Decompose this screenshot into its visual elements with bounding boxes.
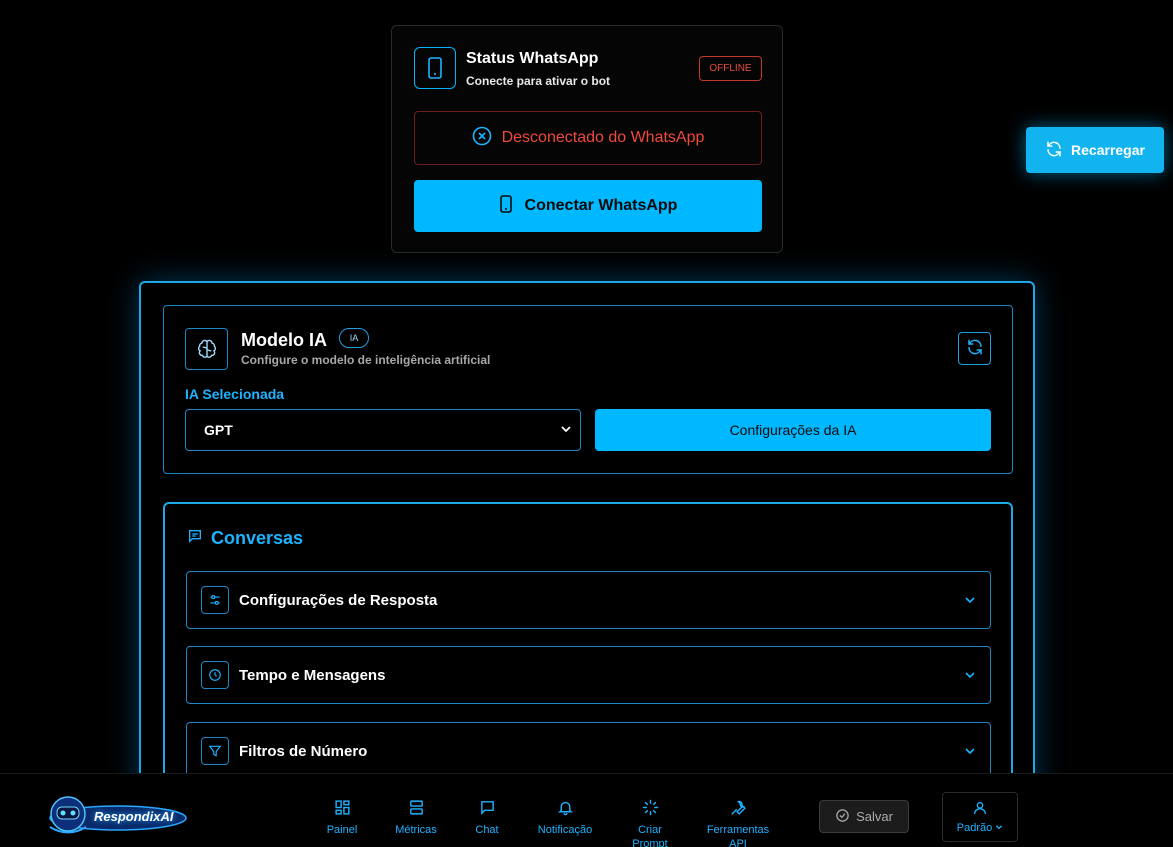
disconnected-text: Desconectado do WhatsApp — [501, 129, 705, 146]
save-button[interactable]: Salvar — [819, 800, 909, 833]
nav-label: Ferramentas API — [706, 824, 770, 847]
logo-text: RespondixAI — [94, 809, 174, 824]
whatsapp-status-subtitle: Conecte para ativar o bot — [466, 74, 611, 88]
nav-item-ferramentas-api[interactable]: Ferramentas API — [700, 799, 776, 847]
profile-button[interactable]: Padrão — [942, 792, 1018, 842]
x-circle-icon — [472, 126, 492, 151]
model-ia-card: Modelo IA IA Configure o modelo de intel… — [163, 305, 1013, 474]
logo: RespondixAI — [38, 792, 188, 840]
whatsapp-status-title: Status WhatsApp — [466, 50, 599, 67]
ia-select-value: GPT — [204, 422, 233, 438]
accordion-label: Filtros de Número — [239, 742, 368, 760]
refresh-icon — [966, 338, 984, 359]
nav-item-notificacao[interactable]: Notificação — [532, 799, 598, 837]
connect-whatsapp-button[interactable]: Conectar WhatsApp — [414, 180, 762, 232]
accordion-response-settings[interactable]: Configurações de Resposta — [186, 571, 991, 629]
reload-label: Recarregar — [1071, 142, 1145, 158]
wrench-icon — [730, 799, 747, 823]
nav-label: Métricas — [395, 824, 437, 836]
chevron-down-icon — [995, 822, 1003, 834]
ia-select-label: IA Selecionada — [185, 386, 285, 402]
brain-icon — [185, 328, 228, 370]
nav-label: Criar Prompt — [632, 824, 668, 847]
whatsapp-status-card: Status WhatsApp Conecte para ativar o bo… — [391, 25, 783, 253]
chevron-down-icon — [964, 669, 976, 681]
accordion-label: Tempo e Mensagens — [239, 666, 386, 684]
loader-icon — [642, 799, 659, 823]
grid-icon — [334, 799, 351, 823]
ia-config-button[interactable]: Configurações da IA — [595, 409, 991, 451]
nav-label: Chat — [475, 824, 499, 836]
layout-icon — [408, 799, 425, 823]
model-ia-subtitle: Configure o modelo de inteligência artif… — [241, 353, 491, 367]
nav-label: Notificação — [537, 824, 593, 836]
ia-model-select[interactable]: GPT — [185, 409, 581, 451]
clock-icon — [201, 661, 229, 689]
reload-button[interactable]: Recarregar — [1026, 127, 1164, 173]
check-circle-icon — [835, 808, 850, 826]
filter-icon — [201, 737, 229, 765]
bottom-navigation: RespondixAI Painel Métricas Chat Notific… — [0, 773, 1173, 847]
chevron-down-icon — [964, 745, 976, 757]
chevron-down-icon — [560, 422, 572, 438]
model-refresh-button[interactable] — [958, 332, 991, 365]
nav-item-painel[interactable]: Painel — [322, 799, 362, 837]
save-label: Salvar — [856, 809, 893, 824]
status-badge: OFFLINE — [699, 56, 762, 81]
accordion-time-messages[interactable]: Tempo e Mensagens — [186, 646, 991, 704]
refresh-icon — [1045, 140, 1063, 161]
ia-badge: IA — [339, 328, 369, 348]
profile-label: Padrão — [956, 822, 993, 834]
chevron-down-icon — [964, 594, 976, 606]
nav-item-criar-prompt[interactable]: Criar Prompt — [625, 799, 675, 847]
accordion-label: Configurações de Resposta — [239, 591, 438, 609]
model-ia-title: Modelo IA — [241, 330, 327, 350]
disconnected-message: Desconectado do WhatsApp — [414, 111, 762, 165]
phone-icon — [414, 47, 456, 89]
phone-icon — [499, 194, 513, 218]
user-icon — [972, 800, 988, 819]
nav-label: Painel — [326, 824, 358, 836]
sliders-icon — [201, 586, 229, 614]
accordion-number-filters[interactable]: Filtros de Número — [186, 722, 991, 780]
message-icon — [479, 799, 496, 823]
profile-label-row: Padrão — [957, 822, 1003, 834]
message-icon — [187, 528, 203, 549]
nav-item-chat[interactable]: Chat — [466, 799, 508, 837]
nav-item-metricas[interactable]: Métricas — [389, 799, 443, 837]
conversations-header: Conversas — [187, 528, 303, 549]
main-panel: Modelo IA IA Configure o modelo de intel… — [139, 281, 1035, 847]
connect-whatsapp-label: Conectar WhatsApp — [524, 197, 678, 214]
conversations-title: Conversas — [211, 528, 304, 548]
bell-icon — [557, 799, 574, 823]
